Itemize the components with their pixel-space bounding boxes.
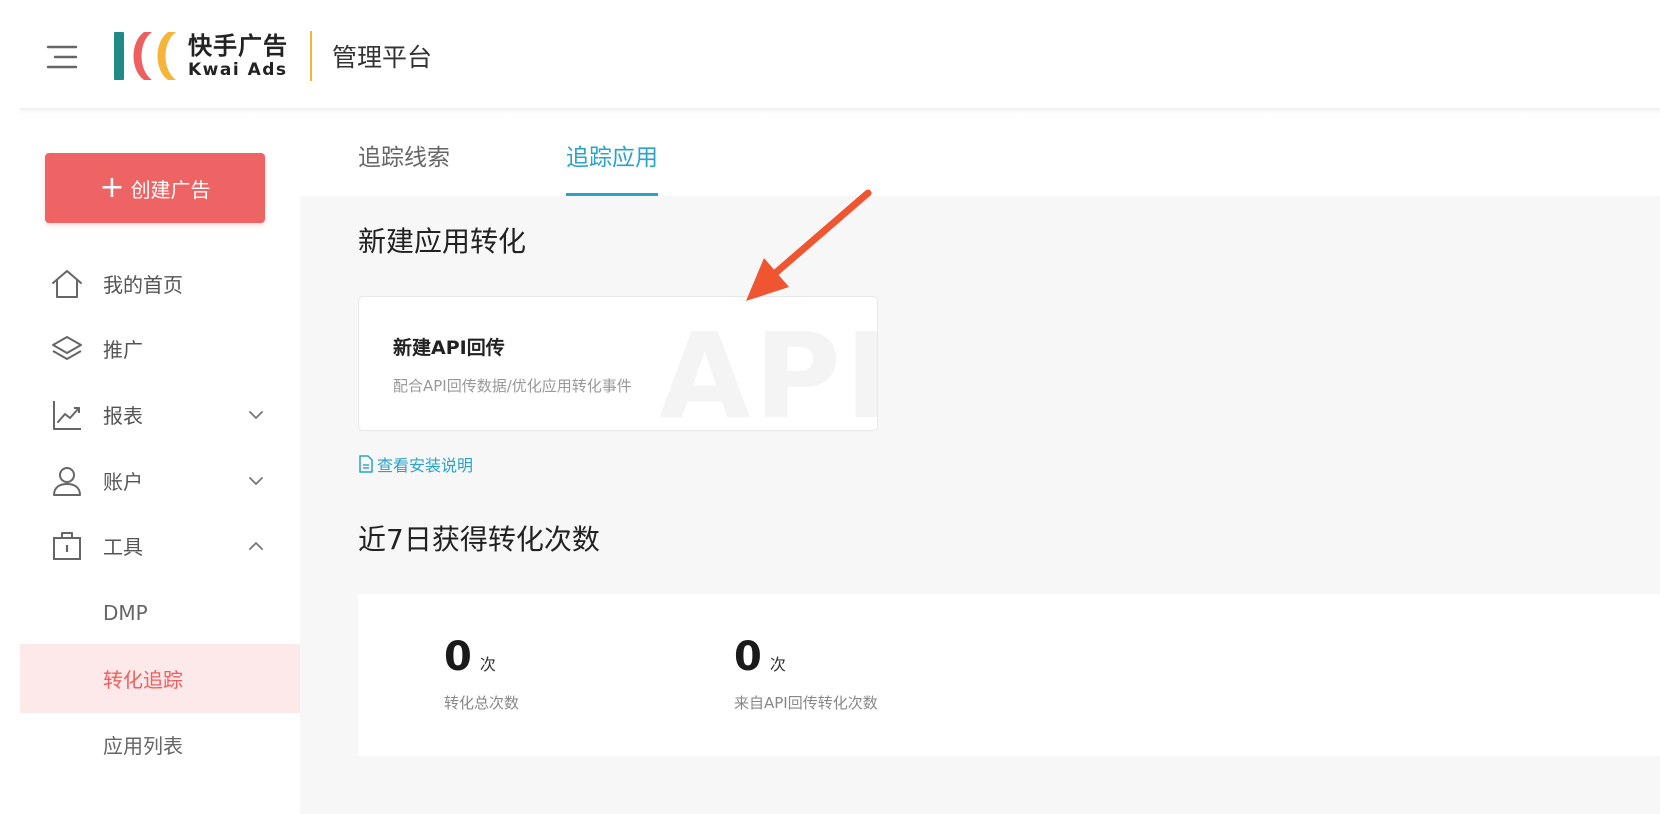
new-conversion-title: 新建应用转化 [358, 225, 527, 258]
sidebar-item-home[interactable]: 我的首页 [20, 249, 300, 318]
card-title: 新建API回传 [393, 337, 505, 359]
new-api-callback-card[interactable]: API 新建API回传 配合API回传数据/优化应用转化事件 [358, 296, 878, 431]
stat-total-conversions: 0 次 转化总次数 [444, 634, 519, 713]
user-icon [53, 466, 81, 496]
logo-divider [310, 31, 312, 81]
chevron-up-icon[interactable] [246, 536, 266, 556]
sidebar-subitem-label: 应用列表 [103, 734, 183, 758]
document-icon [359, 455, 373, 473]
home-icon [52, 269, 82, 298]
sidebar-item-label: 账户 [103, 470, 143, 494]
stat-api-conversions: 0 次 来自API回传转化次数 [734, 634, 878, 713]
sidebar-item-label: 推广 [103, 338, 143, 362]
create-ad-label: 创建广告 [130, 177, 211, 202]
sidebar-item-label: 工具 [103, 535, 143, 559]
stat-value: 0 [444, 634, 472, 680]
brand-name-en: Kwai Ads [188, 60, 288, 80]
tab-track-apps[interactable]: 追踪应用 [566, 114, 658, 196]
stat-value: 0 [734, 634, 762, 680]
view-install-guide-link[interactable]: 查看安装说明 [358, 452, 473, 476]
sidebar-subitem-dmp[interactable]: DMP [20, 578, 300, 647]
brand-name-cn: 快手广告 [188, 32, 288, 60]
stat-label: 来自API回传转化次数 [734, 694, 878, 712]
sidebar-item-promotion[interactable]: 推广 [20, 314, 300, 383]
tab-bar: 追踪线索 追踪应用 [300, 114, 1660, 196]
sidebar-subitem-app-list[interactable]: 应用列表 [20, 710, 300, 779]
sidebar-subitem-label: DMP [103, 600, 148, 625]
layers-icon [52, 335, 82, 360]
stats-panel: 0 次 转化总次数 0 次 来自API回传转化次数 [358, 594, 1660, 756]
stat-label: 转化总次数 [444, 694, 520, 712]
sidebar-item-label: 报表 [103, 404, 143, 428]
sidebar-subitem-conversion-tracking[interactable]: 转化追踪 [20, 644, 300, 713]
plus-icon: + [99, 170, 125, 205]
stat-unit: 次 [479, 655, 496, 674]
menu-toggle-icon[interactable] [46, 40, 80, 74]
kwai-logo-mark-icon [114, 32, 176, 80]
stat-unit: 次 [769, 655, 786, 674]
sidebar-subitem-label: 转化追踪 [103, 668, 183, 692]
chevron-down-icon[interactable] [246, 471, 266, 491]
sidebar-item-tools[interactable]: 工具 [20, 511, 300, 580]
chart-icon [53, 400, 81, 430]
install-guide-label: 查看安装说明 [377, 456, 474, 475]
card-description: 配合API回传数据/优化应用转化事件 [393, 377, 632, 395]
toolbox-icon [53, 531, 81, 560]
platform-title: 管理平台 [332, 43, 433, 72]
chevron-down-icon[interactable] [246, 405, 266, 425]
logo-text: 快手广告 Kwai Ads [188, 32, 288, 80]
sidebar-item-label: 我的首页 [103, 273, 183, 297]
main-content: 追踪线索 追踪应用 新建应用转化 API 新建API回传 配合API回传数据/优… [300, 114, 1660, 814]
top-header: 快手广告 Kwai Ads 管理平台 [0, 0, 1660, 110]
sidebar: + 创建广告 我的首页 推广 报表 账户 工具 DMP 转化追踪 应用列表 [20, 114, 300, 814]
sidebar-item-reports[interactable]: 报表 [20, 380, 300, 449]
stats-title: 近7日获得转化次数 [358, 523, 600, 556]
api-watermark: API [659, 307, 878, 431]
tab-track-leads[interactable]: 追踪线索 [358, 114, 450, 196]
kwai-ads-logo[interactable]: 快手广告 Kwai Ads 管理平台 [112, 28, 432, 84]
create-ad-button[interactable]: + 创建广告 [45, 153, 265, 223]
sidebar-item-account[interactable]: 账户 [20, 446, 300, 515]
